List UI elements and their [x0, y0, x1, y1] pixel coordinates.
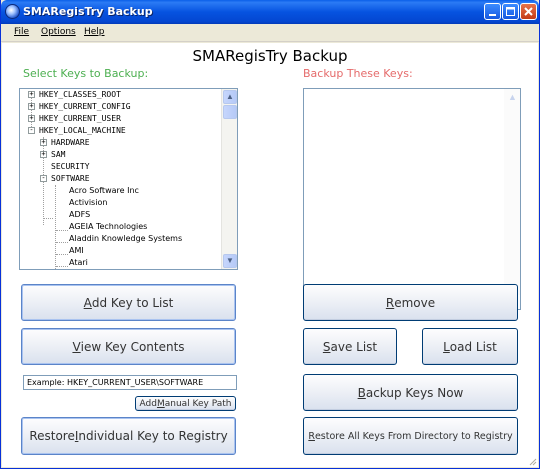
load-list-button[interactable]: Load List: [422, 328, 518, 365]
select-keys-label: Select Keys to Backup:: [23, 67, 149, 80]
minimize-icon: [489, 14, 496, 16]
tree-node-aladdin[interactable]: Aladdin Knowledge Systems: [20, 233, 220, 245]
manual-key-path-input[interactable]: Example: HKEY_CURRENT_USER\SOFTWARE: [23, 375, 237, 390]
scroll-up-arrow-icon[interactable]: ▲: [508, 92, 517, 102]
resize-grip-icon[interactable]: [527, 456, 537, 466]
page-title: SMARegisTry Backup: [192, 47, 348, 65]
tree-node-activision[interactable]: Activision: [20, 197, 220, 209]
tree-vertical-scrollbar[interactable]: ▲ ▼: [221, 89, 237, 269]
tree-node-security[interactable]: SECURITY: [20, 161, 220, 173]
close-button[interactable]: [520, 3, 537, 20]
client-area: SMARegisTry Backup Select Keys to Backup…: [2, 43, 538, 467]
tree-node-current-user[interactable]: + HKEY_CURRENT_USER: [20, 113, 220, 125]
expand-plus-icon[interactable]: +: [28, 91, 35, 98]
title-bar[interactable]: SMARegisTry Backup: [1, 0, 539, 24]
close-icon: [524, 7, 533, 16]
menu-options[interactable]: Options: [41, 27, 76, 37]
restore-individual-key-button[interactable]: Restore Individual Key to Registry: [21, 417, 236, 455]
tree-node-hardware[interactable]: + HARDWARE: [20, 137, 220, 149]
maximize-button[interactable]: [502, 3, 519, 20]
scroll-thumb[interactable]: [223, 105, 237, 119]
backup-keys-list[interactable]: ▲ ▼ ◀ ▶: [303, 88, 521, 310]
tree-node-ageia[interactable]: AGEIA Technologies: [20, 221, 220, 233]
registry-tree-content: + HKEY_CLASSES_ROOT + HKEY_CURRENT_CONFI…: [20, 89, 221, 269]
minimize-button[interactable]: [484, 3, 501, 20]
expand-plus-icon[interactable]: +: [40, 151, 47, 158]
registry-tree[interactable]: + HKEY_CLASSES_ROOT + HKEY_CURRENT_CONFI…: [19, 88, 238, 270]
remove-button[interactable]: Remove: [303, 284, 518, 321]
menu-bar: File Options Help: [1, 24, 539, 42]
tree-node-software[interactable]: - SOFTWARE: [20, 173, 220, 185]
backup-keys-label: Backup These Keys:: [303, 67, 413, 80]
menu-help[interactable]: Help: [84, 27, 105, 37]
maximize-icon: [506, 7, 515, 16]
tree-node-atari[interactable]: Atari: [20, 257, 220, 269]
menu-file[interactable]: File: [14, 27, 29, 37]
expand-plus-icon[interactable]: +: [40, 139, 47, 146]
scroll-up-arrow-icon[interactable]: ▲: [223, 90, 237, 104]
add-manual-key-path-button[interactable]: Add Manual Key Path: [135, 396, 236, 411]
restore-all-keys-button[interactable]: Restore All Keys From Directory to Regis…: [303, 417, 518, 455]
add-key-to-list-button[interactable]: Add Key to List: [21, 284, 236, 321]
tree-node-local-machine[interactable]: - HKEY_LOCAL_MACHINE: [20, 125, 220, 137]
tree-node-classes-root[interactable]: + HKEY_CLASSES_ROOT: [20, 89, 220, 101]
collapse-minus-icon[interactable]: -: [40, 175, 47, 182]
backup-keys-now-button[interactable]: Backup Keys Now: [303, 374, 518, 411]
scroll-down-arrow-icon[interactable]: ▼: [223, 254, 237, 268]
collapse-minus-icon[interactable]: -: [28, 127, 35, 134]
tree-node-sam[interactable]: + SAM: [20, 149, 220, 161]
expand-plus-icon[interactable]: +: [28, 103, 35, 110]
list-vertical-scrollbar[interactable]: ▲ ▼: [504, 89, 520, 295]
tree-node-acro[interactable]: Acro Software Inc: [20, 185, 220, 197]
expand-plus-icon[interactable]: +: [28, 115, 35, 122]
view-key-contents-button[interactable]: View Key Contents: [21, 328, 236, 365]
save-list-button[interactable]: Save List: [303, 328, 397, 365]
app-icon: [5, 4, 20, 19]
tree-node-current-config[interactable]: + HKEY_CURRENT_CONFIG: [20, 101, 220, 113]
tree-node-ami[interactable]: AMI: [20, 245, 220, 257]
window-title: SMARegisTry Backup: [23, 5, 153, 18]
app-window: SMARegisTry Backup File Options Help SMA…: [0, 0, 540, 469]
tree-node-adfs[interactable]: ADFS: [20, 209, 220, 221]
